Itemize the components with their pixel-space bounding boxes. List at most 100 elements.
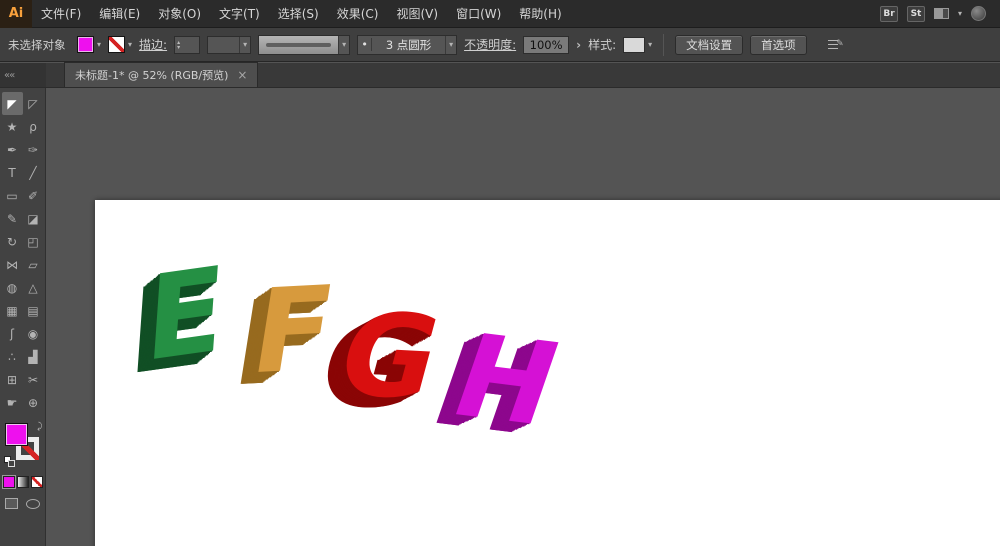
rectangle-icon: ▭: [6, 189, 17, 203]
document-setup-button[interactable]: 文档设置: [675, 35, 743, 55]
artwork-letter-h[interactable]: H: [439, 320, 573, 443]
pen-tool[interactable]: ✒: [2, 138, 23, 161]
type-icon: T: [8, 166, 15, 180]
bridge-icon[interactable]: Br: [880, 6, 898, 22]
control-panel-menu-icon[interactable]: ✎: [828, 39, 842, 51]
blend-tool[interactable]: ◉: [23, 322, 44, 345]
rotate-icon: ↻: [7, 235, 17, 249]
swap-colors-icon[interactable]: ⤸: [37, 422, 42, 432]
curvature-icon: ✑: [28, 143, 38, 157]
artboard-tool[interactable]: ⊞: [2, 368, 23, 391]
artwork-letter-f[interactable]: F: [245, 271, 342, 391]
chevron-down-icon: ▾: [648, 40, 652, 49]
gradient-mode-button[interactable]: [17, 476, 29, 488]
style-picker[interactable]: ▾: [623, 37, 652, 53]
stepper-arrows-icon: ▴▾: [177, 40, 180, 50]
draw-mode-icon[interactable]: [5, 498, 18, 509]
eyedropper-tool[interactable]: ʃ: [2, 322, 23, 345]
eraser-tool[interactable]: ◪: [23, 207, 44, 230]
document-tab-bar: «« 未标题-1* @ 52% (RGB/预览) ×: [0, 63, 1000, 88]
line-segment-tool[interactable]: ╱: [23, 161, 44, 184]
paint-mode-buttons: [3, 476, 43, 488]
menu-help[interactable]: 帮助(H): [510, 0, 570, 28]
color-mode-button[interactable]: [3, 476, 15, 488]
stock-icon[interactable]: St: [907, 6, 925, 22]
menu-type[interactable]: 文字(T): [210, 0, 269, 28]
menu-edit[interactable]: 编辑(E): [90, 0, 149, 28]
slice-tool[interactable]: ✂: [23, 368, 44, 391]
artwork-letter-g[interactable]: G: [327, 298, 452, 417]
chevron-down-icon[interactable]: ▾: [958, 9, 962, 18]
scale-tool[interactable]: ◰: [23, 230, 44, 253]
menu-object[interactable]: 对象(O): [149, 0, 210, 28]
mesh-icon: ▦: [6, 304, 17, 318]
illustrator-logo-icon: Ai: [0, 0, 32, 28]
tab-close-icon[interactable]: ×: [237, 68, 247, 82]
menu-effect[interactable]: 效果(C): [328, 0, 388, 28]
magic-wand-icon: ★: [7, 120, 18, 134]
selection-status: 未选择对象: [8, 37, 70, 53]
stroke-weight-select[interactable]: ▾: [207, 36, 251, 54]
gradient-icon: ▤: [27, 304, 38, 318]
stroke-weight-stepper[interactable]: ▴▾: [174, 36, 200, 54]
lasso-tool[interactable]: ρ: [23, 115, 44, 138]
menu-file[interactable]: 文件(F): [32, 0, 90, 28]
rectangle-tool[interactable]: ▭: [2, 184, 23, 207]
screen-mode-icon[interactable]: [26, 499, 40, 509]
none-mode-button[interactable]: [31, 476, 43, 488]
document-tab-title: 未标题-1* @ 52% (RGB/预览): [75, 67, 228, 83]
selection-tool[interactable]: ◤: [2, 92, 23, 115]
workspace-switcher-icon[interactable]: [934, 8, 949, 19]
column-graph-tool[interactable]: ▟: [23, 345, 44, 368]
fill-swatch[interactable]: [5, 423, 28, 446]
opacity-label[interactable]: 不透明度:: [464, 36, 516, 53]
stroke-color-picker[interactable]: ▾: [108, 36, 132, 53]
control-bar: 未选择对象 ▾ ▾ 描边: ▴▾ ▾ ▾ • 3 点圆形 ▾ 不透明度: 100…: [0, 28, 1000, 62]
panel-collapse-button[interactable]: ««: [0, 63, 46, 87]
symbol-sprayer-icon: ∴: [8, 350, 16, 364]
panel-arrow-icon[interactable]: ›: [576, 38, 581, 52]
menu-window[interactable]: 窗口(W): [447, 0, 510, 28]
column-graph-icon: ▟: [28, 350, 37, 364]
paintbrush-tool[interactable]: ✐: [23, 184, 44, 207]
rotate-tool[interactable]: ↻: [2, 230, 23, 253]
mesh-tool[interactable]: ▦: [2, 299, 23, 322]
zoom-tool[interactable]: ⊕: [23, 391, 44, 414]
width-profile-select[interactable]: ▾: [258, 35, 350, 55]
cs-live-icon[interactable]: [971, 6, 986, 21]
document-tab[interactable]: 未标题-1* @ 52% (RGB/预览) ×: [64, 62, 258, 87]
zoom-icon: ⊕: [28, 396, 38, 410]
gradient-tool[interactable]: ▤: [23, 299, 44, 322]
stroke-weight-label[interactable]: 描边:: [139, 36, 167, 53]
direct-selection-icon: ◸: [28, 97, 37, 111]
lasso-icon: ρ: [29, 120, 37, 134]
perspective-grid-tool[interactable]: △: [23, 276, 44, 299]
direct-selection-tool[interactable]: ◸: [23, 92, 44, 115]
width-tool[interactable]: ⋈: [2, 253, 23, 276]
perspective-grid-icon: △: [28, 281, 37, 295]
pen-icon: ✒: [7, 143, 17, 157]
symbol-sprayer-tool[interactable]: ∴: [2, 345, 23, 368]
type-tool[interactable]: T: [2, 161, 23, 184]
magic-wand-tool[interactable]: ★: [2, 115, 23, 138]
tools-panel: ◤ ◸ ★ ρ ✒ ✑ T ╱ ▭ ✐✎◪ ↻ ◰⋈▱◍ △ ▦ ▤ ʃ◉ ∴ ▟ ⊞✂ ☛ ⊕ ⤸: [0, 88, 46, 546]
fill-color-picker[interactable]: ▾: [77, 36, 101, 53]
artwork-letter-e[interactable]: E: [142, 251, 228, 379]
preferences-button[interactable]: 首选项: [750, 35, 807, 55]
opacity-input[interactable]: 100%: [523, 36, 569, 54]
pencil-tool[interactable]: ✎: [2, 207, 23, 230]
menu-select[interactable]: 选择(S): [269, 0, 328, 28]
brush-definition-select[interactable]: • 3 点圆形 ▾: [357, 35, 457, 55]
menubar-items: 文件(F)编辑(E)对象(O)文字(T)选择(S)效果(C)视图(V)窗口(W)…: [32, 0, 571, 27]
hand-tool[interactable]: ☛: [2, 391, 23, 414]
free-transform-tool[interactable]: ▱: [23, 253, 44, 276]
shape-builder-tool[interactable]: ◍: [2, 276, 23, 299]
hand-icon: ☛: [7, 396, 18, 410]
default-colors-icon[interactable]: [4, 456, 15, 467]
toolbar-tools: ◤ ◸ ★ ρ ✒ ✑ T ╱ ▭ ✐✎◪ ↻ ◰⋈▱◍ △ ▦ ▤ ʃ◉ ∴ ▟ ⊞✂ ☛ ⊕: [2, 92, 44, 414]
curvature-tool[interactable]: ✑: [23, 138, 44, 161]
chevron-down-icon: ▾: [97, 40, 101, 49]
canvas-area[interactable]: EFGH: [46, 88, 1000, 546]
menu-view[interactable]: 视图(V): [387, 0, 447, 28]
fill-stroke-control: ⤸: [3, 422, 43, 468]
